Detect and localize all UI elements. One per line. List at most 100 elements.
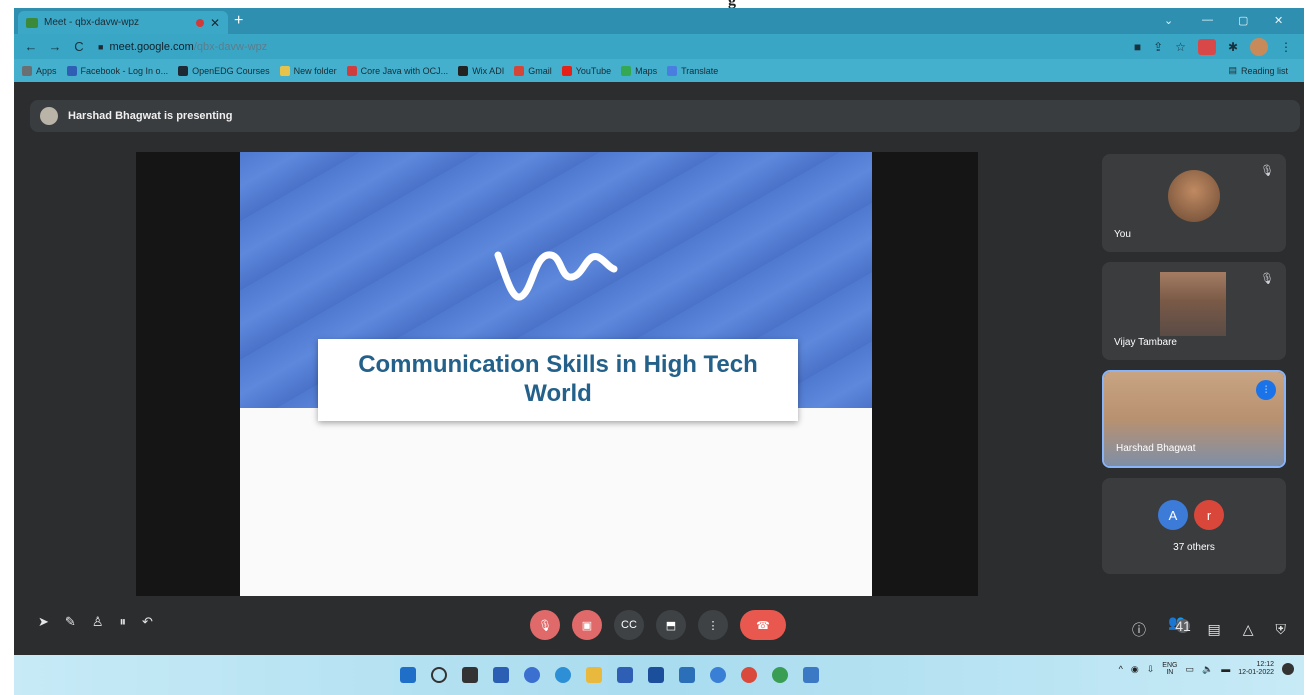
slide-title: Communication Skills in High Tech World (358, 351, 758, 407)
kebab-menu-icon[interactable]: ⋮ (1280, 40, 1292, 54)
browser-address-bar: ← → C ■ meet.google.com /qbx-davw-wpz ■ … (14, 34, 1304, 59)
present-screen-button[interactable]: ⬒ (656, 610, 686, 640)
extensions-puzzle-icon[interactable]: ✱ (1228, 40, 1238, 54)
clock[interactable]: 12:12 12-01-2022 (1238, 661, 1274, 678)
file-explorer-icon[interactable] (586, 667, 602, 683)
close-window-button[interactable]: ✕ (1274, 14, 1283, 27)
bookmark-star-icon[interactable]: ☆ (1175, 40, 1186, 54)
network-icon[interactable]: ▭ (1185, 664, 1194, 675)
notification-icon[interactable] (1282, 663, 1294, 676)
bookmark-translate[interactable]: Translate (667, 65, 718, 76)
presenter-avatar (40, 107, 58, 125)
app-icon[interactable] (741, 667, 757, 683)
help-icon[interactable] (710, 667, 726, 683)
battery-icon[interactable]: ▬ (1221, 664, 1230, 674)
bookmark-apps[interactable]: Apps (22, 65, 57, 76)
others-tile[interactable]: A r 37 others (1102, 478, 1286, 574)
others-count: 37 others (1173, 542, 1215, 553)
pen-icon[interactable]: ✎ (65, 614, 76, 630)
tab-close-icon[interactable]: ✕ (210, 16, 220, 30)
participant-count-badge: 41 (1175, 618, 1191, 634)
screenshot-root: g Meet - qbx-davw-wpz ✕ + ⌄ — ▢ ✕ ← → C … (0, 0, 1306, 695)
tab-title: Meet - qbx-davw-wpz (44, 17, 140, 28)
browser-tab[interactable]: Meet - qbx-davw-wpz ✕ (18, 11, 228, 34)
openedg-icon (178, 65, 189, 76)
highlighter-icon[interactable]: ♙ (92, 614, 104, 630)
dropbox-icon[interactable] (648, 667, 664, 683)
end-call-button[interactable]: ☎ (740, 610, 786, 640)
edge-icon[interactable] (555, 667, 571, 683)
slide-logo-icon (494, 251, 618, 301)
side-controls: ⓘ 👥 41 ▤ △ ⛨ (1132, 614, 1286, 645)
participant-tile-vijay[interactable]: 🎙 Vijay Tambare (1102, 262, 1286, 360)
reload-icon[interactable]: C (72, 39, 86, 54)
bookmark-core-java[interactable]: Core Java with OCJ... (346, 65, 448, 76)
store-icon[interactable] (679, 667, 695, 683)
volume-icon[interactable]: 🔈 (1202, 664, 1213, 675)
photos-icon[interactable] (803, 667, 819, 683)
info-icon[interactable]: ⓘ (1132, 620, 1146, 640)
extension-icon[interactable] (1197, 39, 1216, 55)
chat-icon[interactable]: ▤ (1207, 621, 1220, 638)
presenting-banner: Harshad Bhagwat is presenting (30, 100, 1300, 132)
activities-icon[interactable]: △ (1243, 621, 1254, 638)
task-view-icon[interactable] (493, 667, 509, 683)
bookmark-gmail[interactable]: Gmail (514, 65, 552, 76)
screen-share-view: Communication Skills in High Tech World (136, 152, 978, 596)
start-icon[interactable] (400, 667, 416, 683)
tab-search-icon[interactable]: ⌄ (1164, 14, 1173, 27)
camera-indicator-icon[interactable]: ■ (1134, 40, 1141, 54)
chevron-up-icon[interactable]: ^ (1119, 664, 1123, 674)
tray-app-icon[interactable]: ◉ (1131, 664, 1139, 675)
bookmark-maps[interactable]: Maps (621, 65, 657, 76)
others-avatars: A r (1158, 500, 1224, 530)
pause-icon[interactable]: ⏸ (119, 614, 126, 630)
reading-list-button[interactable]: ▤ Reading list (1228, 65, 1288, 76)
meet-stage: Harshad Bhagwat is presenting Communicat… (14, 82, 1304, 655)
back-arrow-icon[interactable]: ← (24, 39, 38, 54)
bookmark-openedg[interactable]: OpenEDG Courses (178, 65, 270, 76)
other-avatar: A (1158, 500, 1188, 530)
captions-button[interactable]: CC (614, 610, 644, 640)
undo-icon[interactable]: ↶ (142, 614, 153, 630)
host-controls-icon[interactable]: ⛨ (1276, 621, 1287, 638)
participant-video (1160, 272, 1226, 336)
scan-header: g (0, 0, 1306, 9)
more-options-button[interactable]: ⋮ (698, 610, 728, 640)
participant-tile-you[interactable]: 🎙 You (1102, 154, 1286, 252)
participant-name: Harshad Bhagwat (1116, 443, 1196, 454)
new-tab-button[interactable]: + (234, 12, 243, 30)
folder-icon (279, 65, 290, 76)
participant-name: Vijay Tambare (1114, 337, 1177, 348)
profile-avatar[interactable] (1250, 38, 1268, 56)
meet-favicon-icon (26, 17, 38, 28)
chat-icon[interactable] (524, 667, 540, 683)
taskbar-apps (400, 667, 819, 683)
widgets-icon[interactable] (462, 667, 478, 683)
participant-tile-harshad[interactable]: ⫶ Harshad Bhagwat (1102, 370, 1286, 468)
bookmark-facebook[interactable]: Facebook - Log In o... (66, 65, 168, 76)
url-input[interactable]: ■ meet.google.com /qbx-davw-wpz (98, 38, 998, 56)
minimize-button[interactable]: — (1202, 14, 1213, 26)
system-tray: ^ ◉ ⇩ ENG IN ▭ 🔈 ▬ 12:12 12-01-2022 (1119, 661, 1294, 678)
bookmark-new-folder[interactable]: New folder (279, 65, 337, 76)
bookmark-wix[interactable]: Wix ADI (458, 65, 504, 76)
chrome-icon[interactable] (772, 667, 788, 683)
url-path: /qbx-davw-wpz (193, 40, 268, 53)
usb-icon[interactable]: ⇩ (1147, 664, 1155, 675)
mail-icon[interactable] (617, 667, 633, 683)
mic-off-button[interactable]: 🎙 (530, 610, 560, 640)
facebook-icon (66, 65, 77, 76)
youtube-icon (561, 65, 572, 76)
search-icon[interactable] (431, 667, 447, 683)
camera-off-button[interactable]: ▣ (572, 610, 602, 640)
pointer-icon[interactable]: ➤ (38, 614, 49, 630)
forward-arrow-icon[interactable]: → (48, 39, 62, 54)
language-indicator[interactable]: ENG IN (1162, 662, 1177, 677)
maximize-button[interactable]: ▢ (1238, 14, 1248, 27)
people-icon[interactable]: 👥 41 (1168, 614, 1191, 645)
other-avatar: r (1194, 500, 1224, 530)
bookmark-youtube[interactable]: YouTube (561, 65, 611, 76)
translate-icon (667, 65, 678, 76)
share-icon[interactable]: ⇪ (1153, 40, 1163, 54)
